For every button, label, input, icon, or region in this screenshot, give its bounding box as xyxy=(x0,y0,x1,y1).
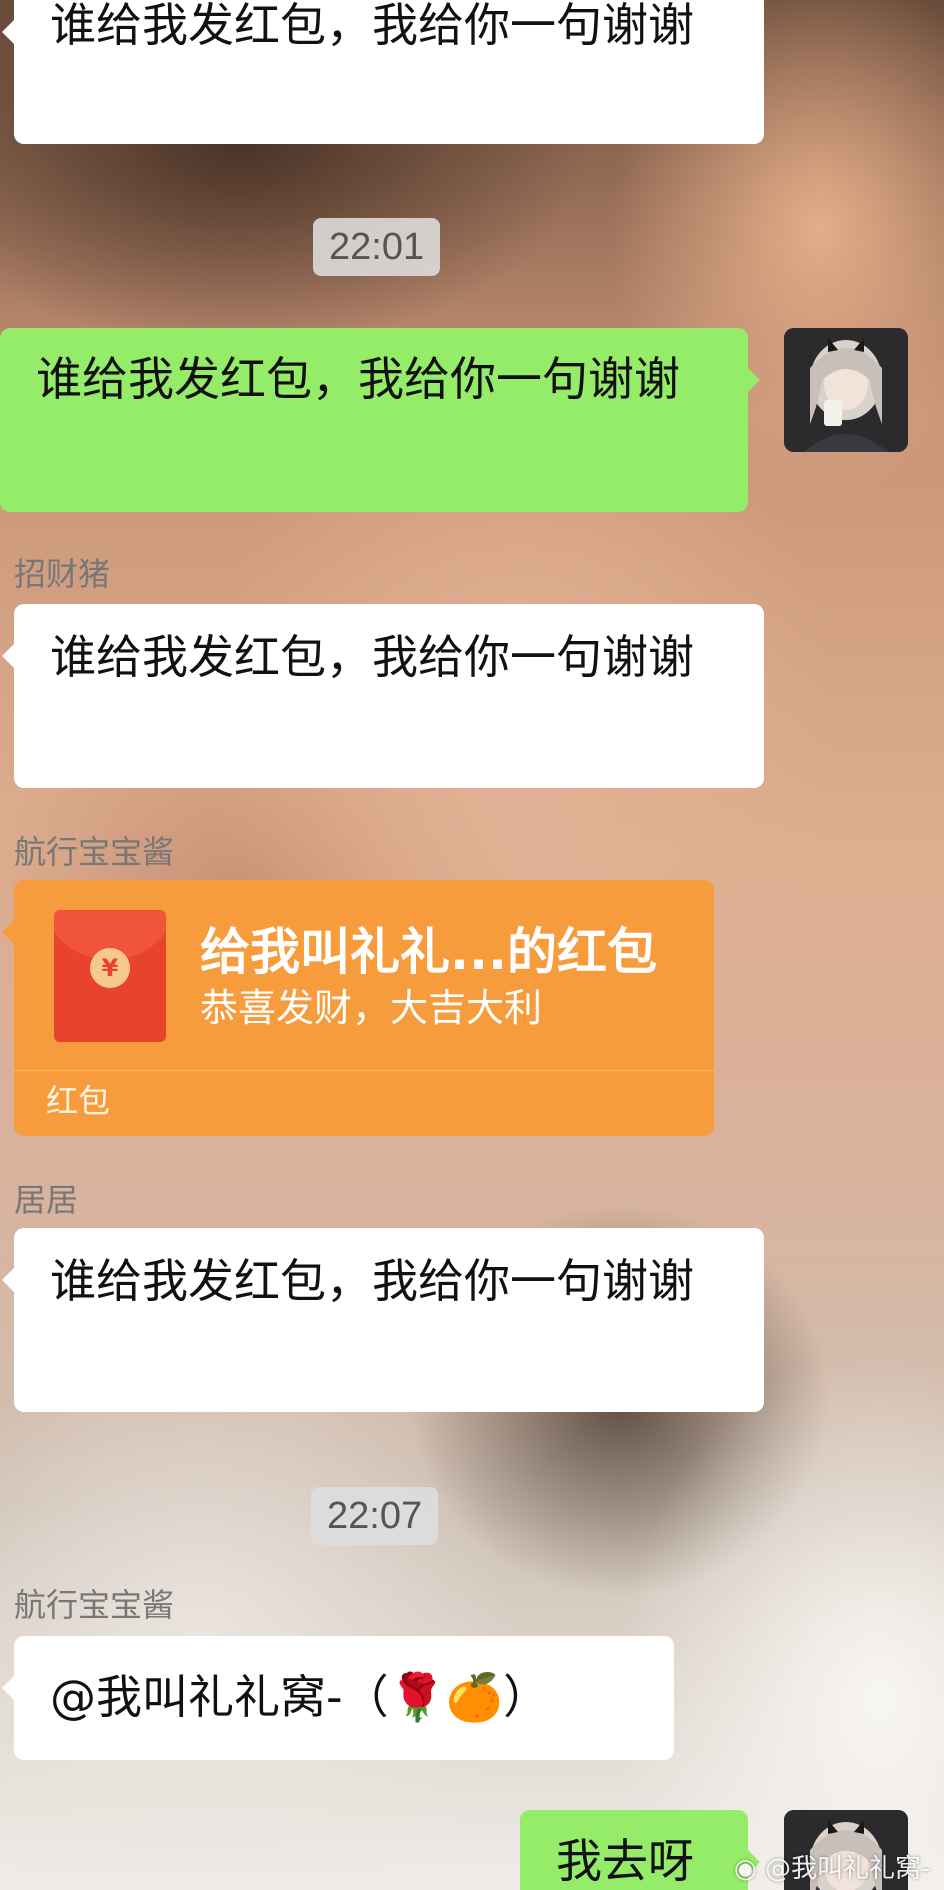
timestamp: 22:07 xyxy=(311,1487,439,1545)
message-text: 谁给我发红包，我给你一句谢谢 xyxy=(36,352,680,406)
message-text: 我去呀 xyxy=(556,1834,694,1888)
chat-screen: 谁给我发红包，我给你一句谢谢 22:01 谁给我发红包，我给你一句谢谢 招财猪 … xyxy=(0,0,944,1890)
avatar-image xyxy=(784,328,908,452)
message-bubble[interactable]: @我叫礼礼窝-（🌹🍊） xyxy=(2,1636,674,1760)
weibo-icon: ◉ xyxy=(734,1854,757,1884)
sender-name: 居居 xyxy=(14,1181,79,1219)
message-bubble-outgoing[interactable]: 我去呀 xyxy=(520,1810,760,1890)
red-packet-divider xyxy=(14,1070,714,1071)
red-packet-subtitle: 恭喜发财，大吉大利 xyxy=(200,986,543,1030)
timestamp: 22:01 xyxy=(313,218,441,276)
message-bubble-outgoing[interactable]: 谁给我发红包，我给你一句谢谢 xyxy=(0,328,760,512)
message-text: 谁给我发红包，我给你一句谢谢 xyxy=(50,630,694,684)
avatar-self[interactable] xyxy=(784,328,908,452)
message-text: 谁给我发红包，我给你一句谢谢 xyxy=(50,0,694,52)
message-text: @我叫礼礼窝-（🌹🍊） xyxy=(50,1670,550,1724)
message-bubble[interactable]: 谁给我发红包，我给你一句谢谢 xyxy=(2,1228,764,1412)
message-bubble[interactable]: 谁给我发红包，我给你一句谢谢 xyxy=(2,0,764,144)
red-packet-title: 给我叫礼礼...的红包 xyxy=(200,923,657,981)
weibo-watermark: ◉ @我叫礼礼窝- xyxy=(734,1848,930,1885)
yuan-coin-icon: ¥ xyxy=(90,948,130,988)
red-envelope-icon: ¥ xyxy=(54,910,166,1042)
red-packet-card[interactable]: ¥ 给我叫礼礼...的红包 恭喜发财，大吉大利 红包 xyxy=(2,880,714,1136)
sender-name: 航行宝宝酱 xyxy=(14,1586,175,1624)
message-bubble[interactable]: 谁给我发红包，我给你一句谢谢 xyxy=(2,604,764,788)
red-packet-label: 红包 xyxy=(46,1082,111,1120)
sender-name: 招财猪 xyxy=(14,555,111,593)
watermark-text: @我叫礼礼窝- xyxy=(764,1854,931,1884)
sender-name: 航行宝宝酱 xyxy=(14,833,175,871)
message-text: 谁给我发红包，我给你一句谢谢 xyxy=(50,1254,694,1308)
